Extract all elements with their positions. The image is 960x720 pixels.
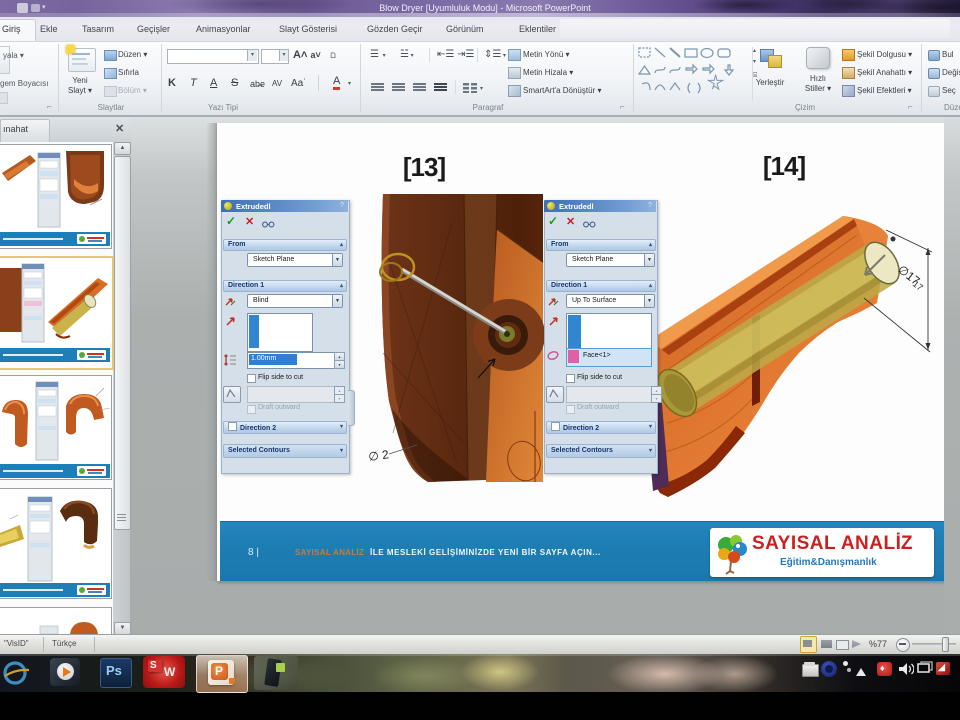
svg-text:∅ 2: ∅ 2: [367, 447, 390, 464]
